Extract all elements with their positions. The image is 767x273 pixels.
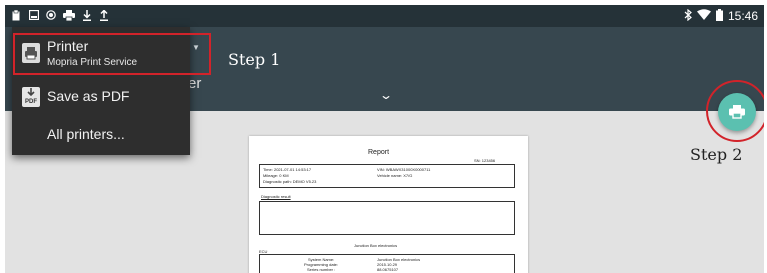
status-bar: 15:46 xyxy=(5,5,764,27)
android-screen: 15:46 ▼ Step 1 er ⌄ Report SN: 123456 Ti… xyxy=(5,5,764,273)
wifi-icon xyxy=(696,9,711,23)
status-bar-right: 15:46 xyxy=(684,8,758,24)
report-mileage: Mileage: 0 KM xyxy=(263,173,289,178)
bluetooth-icon xyxy=(684,8,692,24)
step2-label: Step 2 xyxy=(690,145,743,164)
pdf-icon: PDF xyxy=(22,87,40,107)
report-result-box xyxy=(259,201,515,235)
partial-label: er xyxy=(188,75,202,92)
report-time: Time: 2021-07-01 14:53:17 xyxy=(263,167,312,172)
report-title: Report xyxy=(368,149,390,156)
menu-item-all-printers-label: All printers... xyxy=(47,126,125,142)
battery-icon xyxy=(715,8,723,24)
expand-options-chevron-icon[interactable]: ⌄ xyxy=(379,88,393,102)
report-vin: VIN: WBAWX31000X0000711 xyxy=(377,167,431,172)
download-icon xyxy=(82,10,92,21)
record-icon xyxy=(46,10,56,21)
report-sn: SN: 123456 xyxy=(474,158,496,163)
menu-item-save-pdf-label: Save as PDF xyxy=(47,88,130,104)
menu-item-all-printers[interactable]: All printers... xyxy=(12,119,190,149)
report-series-number-label: Series number : xyxy=(307,267,336,272)
menu-item-save-as-pdf[interactable]: PDF Save as PDF xyxy=(12,81,190,111)
image-icon xyxy=(28,9,40,21)
report-series-number-value: 88.0675107 xyxy=(377,267,399,272)
report-diagnostic-result: Diagnostic result xyxy=(261,194,291,199)
clipboard-icon xyxy=(11,9,21,21)
upload-icon xyxy=(99,9,109,21)
pdf-icon-text: PDF xyxy=(25,99,37,105)
report-info-box: Time: 2021-07-01 14:53:17 Mileage: 0 KM … xyxy=(259,164,515,188)
report-ecu-box: System Name: Junction Box electronics Pr… xyxy=(259,254,515,273)
status-time: 15:46 xyxy=(727,9,758,23)
printer-icon xyxy=(63,10,75,22)
report-diagnostic-path: Diagnostic path: DEMO V5.23 xyxy=(263,179,317,184)
step1-highlight-box xyxy=(13,33,211,75)
report-section: Junction Box electronics xyxy=(354,243,398,248)
report-vehicle-name: Vehicle name: X7/G xyxy=(377,173,413,178)
report-preview-page: Report SN: 123456 Time: 2021-07-01 14:53… xyxy=(249,136,528,273)
step2-highlight-circle xyxy=(706,80,764,142)
step1-label: Step 1 xyxy=(228,50,281,69)
